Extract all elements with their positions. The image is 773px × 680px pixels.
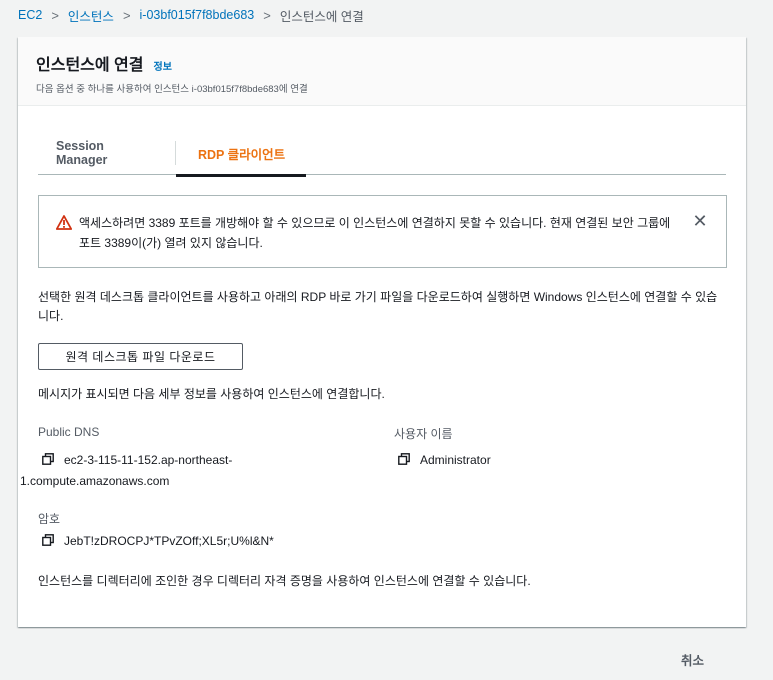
breadcrumb-current: 인스턴스에 연결 <box>279 9 364 24</box>
info-link[interactable]: 정보 <box>154 58 172 73</box>
password-value: JebT!zDROCPJ*TPvZOff;XL5r;U%l&N* <box>64 534 274 548</box>
connection-tabs: Session Manager RDP 클라이언트 <box>38 131 726 177</box>
connect-panel: 인스턴스에 연결 정보 다음 옵션 중 하나를 사용하여 인스턴스 i-03bf… <box>18 37 746 627</box>
connection-prompt: 메시지가 표시되면 다음 세부 정보를 사용하여 인스턴스에 연결합니다. <box>38 387 385 401</box>
username-value: Administrator <box>420 453 491 467</box>
alert-message: 액세스하려면 3389 포트를 개방해야 할 수 있으므로 이 인스턴스에 연결… <box>79 216 671 250</box>
warning-alert: 액세스하려면 3389 포트를 개방해야 할 수 있으므로 이 인스턴스에 연결… <box>38 195 727 268</box>
password-row: JebT!zDROCPJ*TPvZOff;XL5r;U%l&N* <box>42 530 274 552</box>
breadcrumb-instances[interactable]: 인스턴스 <box>68 6 114 25</box>
breadcrumb: EC2 > 인스턴스 > i-03bf015f7f8bde683 > 인스턴스에… <box>18 6 364 24</box>
rdp-description: 선택한 원격 데스크톱 클라이언트를 사용하고 아래의 RDP 바로 가기 파일… <box>38 290 718 323</box>
chevron-right-icon: > <box>263 7 271 23</box>
download-rdp-file-button[interactable]: 원격 데스크톱 파일 다운로드 <box>38 343 243 370</box>
chevron-right-icon: > <box>122 7 131 23</box>
tab-session-manager[interactable]: Session Manager <box>38 131 175 175</box>
public-dns-line1-row: ec2-3-115-11-152.ap-northeast- <box>42 449 232 471</box>
chevron-right-icon: > <box>51 7 59 23</box>
username-row: Administrator <box>398 449 491 471</box>
copy-icon[interactable] <box>398 453 410 465</box>
tab-rdp-client[interactable]: RDP 클라이언트 <box>176 131 306 177</box>
copy-icon[interactable] <box>42 453 54 465</box>
page-title: 인스턴스에 연결 <box>36 57 144 74</box>
panel-header: 인스턴스에 연결 정보 다음 옵션 중 하나를 사용하여 인스턴스 i-03bf… <box>18 37 746 106</box>
public-dns-label: Public DNS <box>38 425 100 439</box>
warning-icon <box>56 215 72 230</box>
directory-note: 인스턴스를 디렉터리에 조인한 경우 디렉터리 자격 증명을 사용하여 인스턴스… <box>38 574 531 588</box>
cancel-button[interactable]: 취소 <box>681 650 704 669</box>
breadcrumb-ec2[interactable]: EC2 <box>18 8 42 22</box>
username-label: 사용자 이름 <box>394 427 453 441</box>
close-icon[interactable]: ✕ <box>692 212 708 230</box>
public-dns-value-line1: ec2-3-115-11-152.ap-northeast- <box>64 453 233 467</box>
copy-icon[interactable] <box>42 534 54 546</box>
password-label: 암호 <box>38 512 61 526</box>
breadcrumb-instance-id[interactable]: i-03bf015f7f8bde683 <box>140 8 255 22</box>
page-subtitle: 다음 옵션 중 하나를 사용하여 인스턴스 i-03bf015f7f8bde68… <box>36 84 308 95</box>
public-dns-value-line2: 1.compute.amazonaws.com <box>20 474 170 488</box>
